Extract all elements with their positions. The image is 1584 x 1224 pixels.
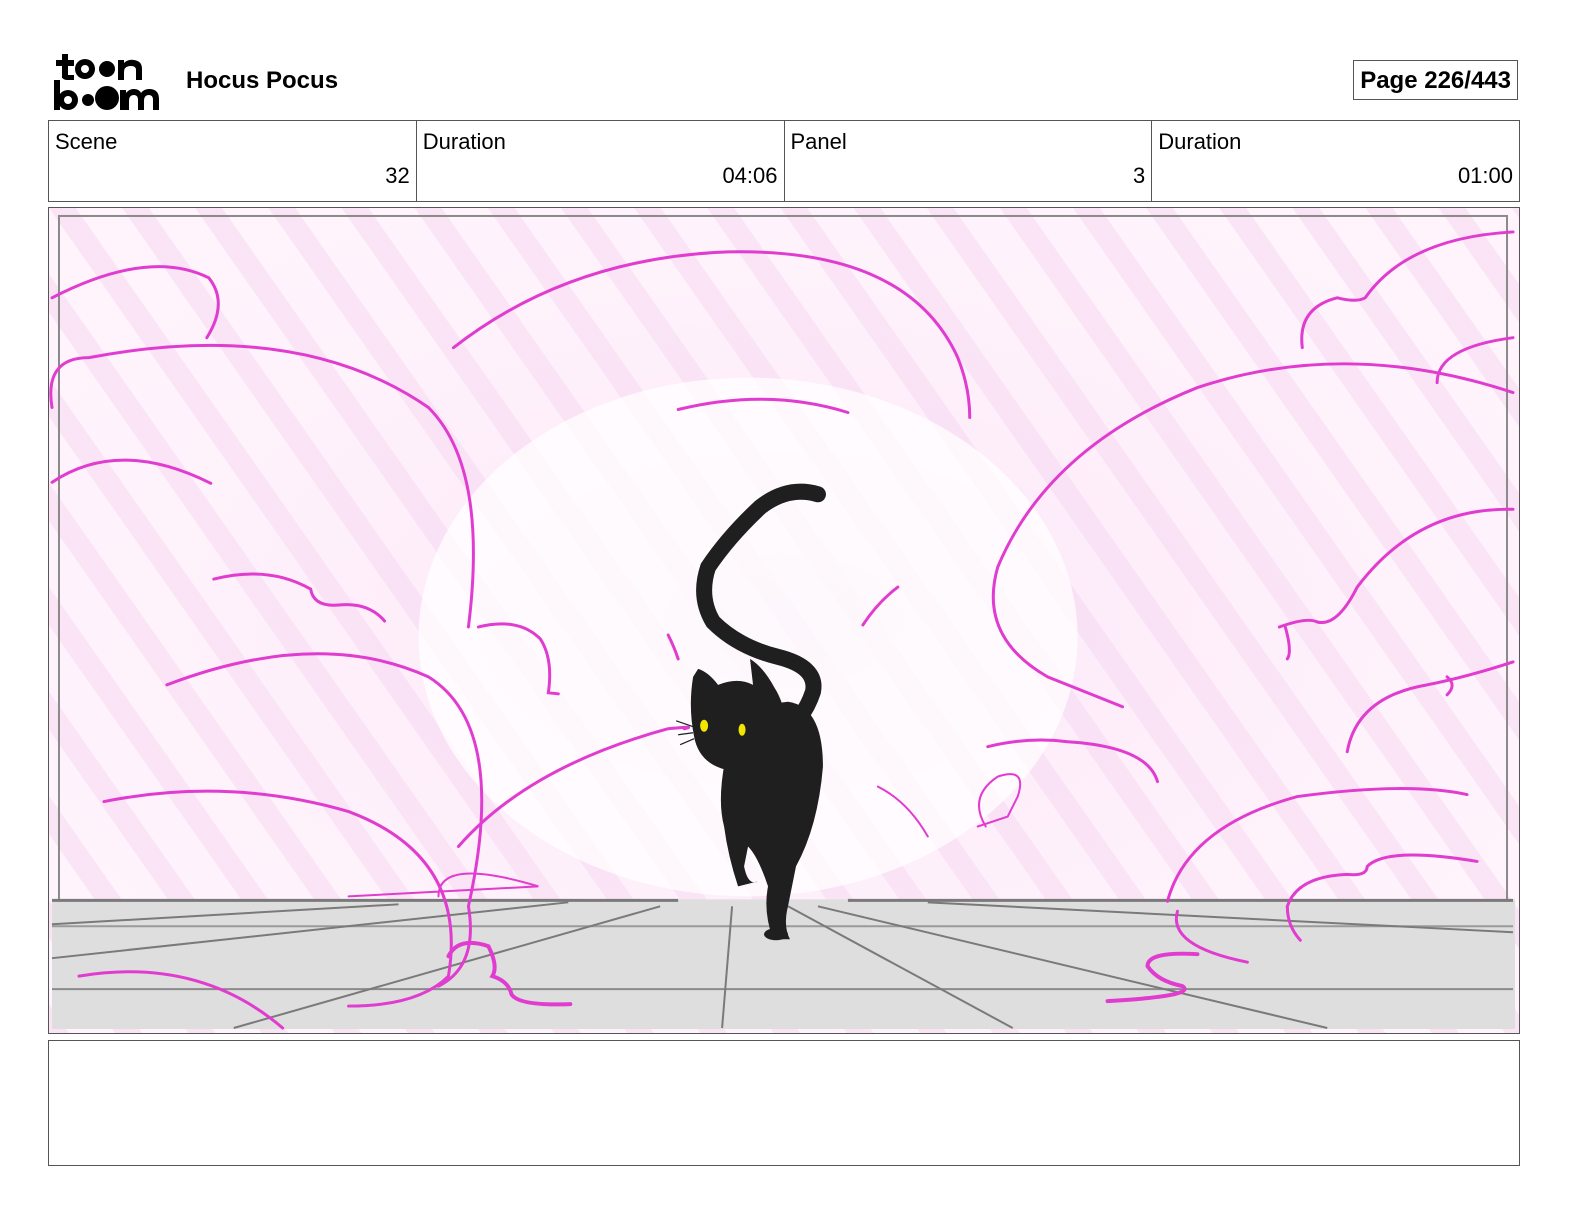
panel-duration-label: Duration: [1158, 129, 1242, 154]
storyboard-drawing: [49, 208, 1519, 1033]
page-counter: Page 226/443: [1353, 60, 1518, 100]
scene-duration-value: 04:06: [722, 163, 778, 188]
scene-cell: Scene 32: [49, 121, 417, 201]
scene-value: 32: [385, 163, 410, 188]
toon-boom-logo: [52, 50, 164, 112]
panel-cell: Panel 3: [785, 121, 1153, 201]
scene-duration-label: Duration: [422, 129, 506, 154]
panel-info-bar: Scene 32 Duration 04:06 Panel 3 Duration…: [48, 120, 1520, 202]
panel-label: Panel: [790, 129, 847, 154]
notes-box: [48, 1040, 1520, 1166]
cat-eye-right: [738, 723, 746, 736]
project-title: Hocus Pocus: [186, 67, 339, 94]
panel-value: 3: [1133, 163, 1146, 188]
cat-eye-left: [700, 719, 709, 732]
panel-duration-value: 01:00: [1457, 163, 1513, 188]
scene-duration-cell: Duration 04:06: [417, 121, 785, 201]
panel-duration-cell: Duration 01:00: [1152, 121, 1519, 201]
scene-label: Scene: [55, 129, 118, 154]
storyboard-panel-image: [48, 207, 1520, 1034]
